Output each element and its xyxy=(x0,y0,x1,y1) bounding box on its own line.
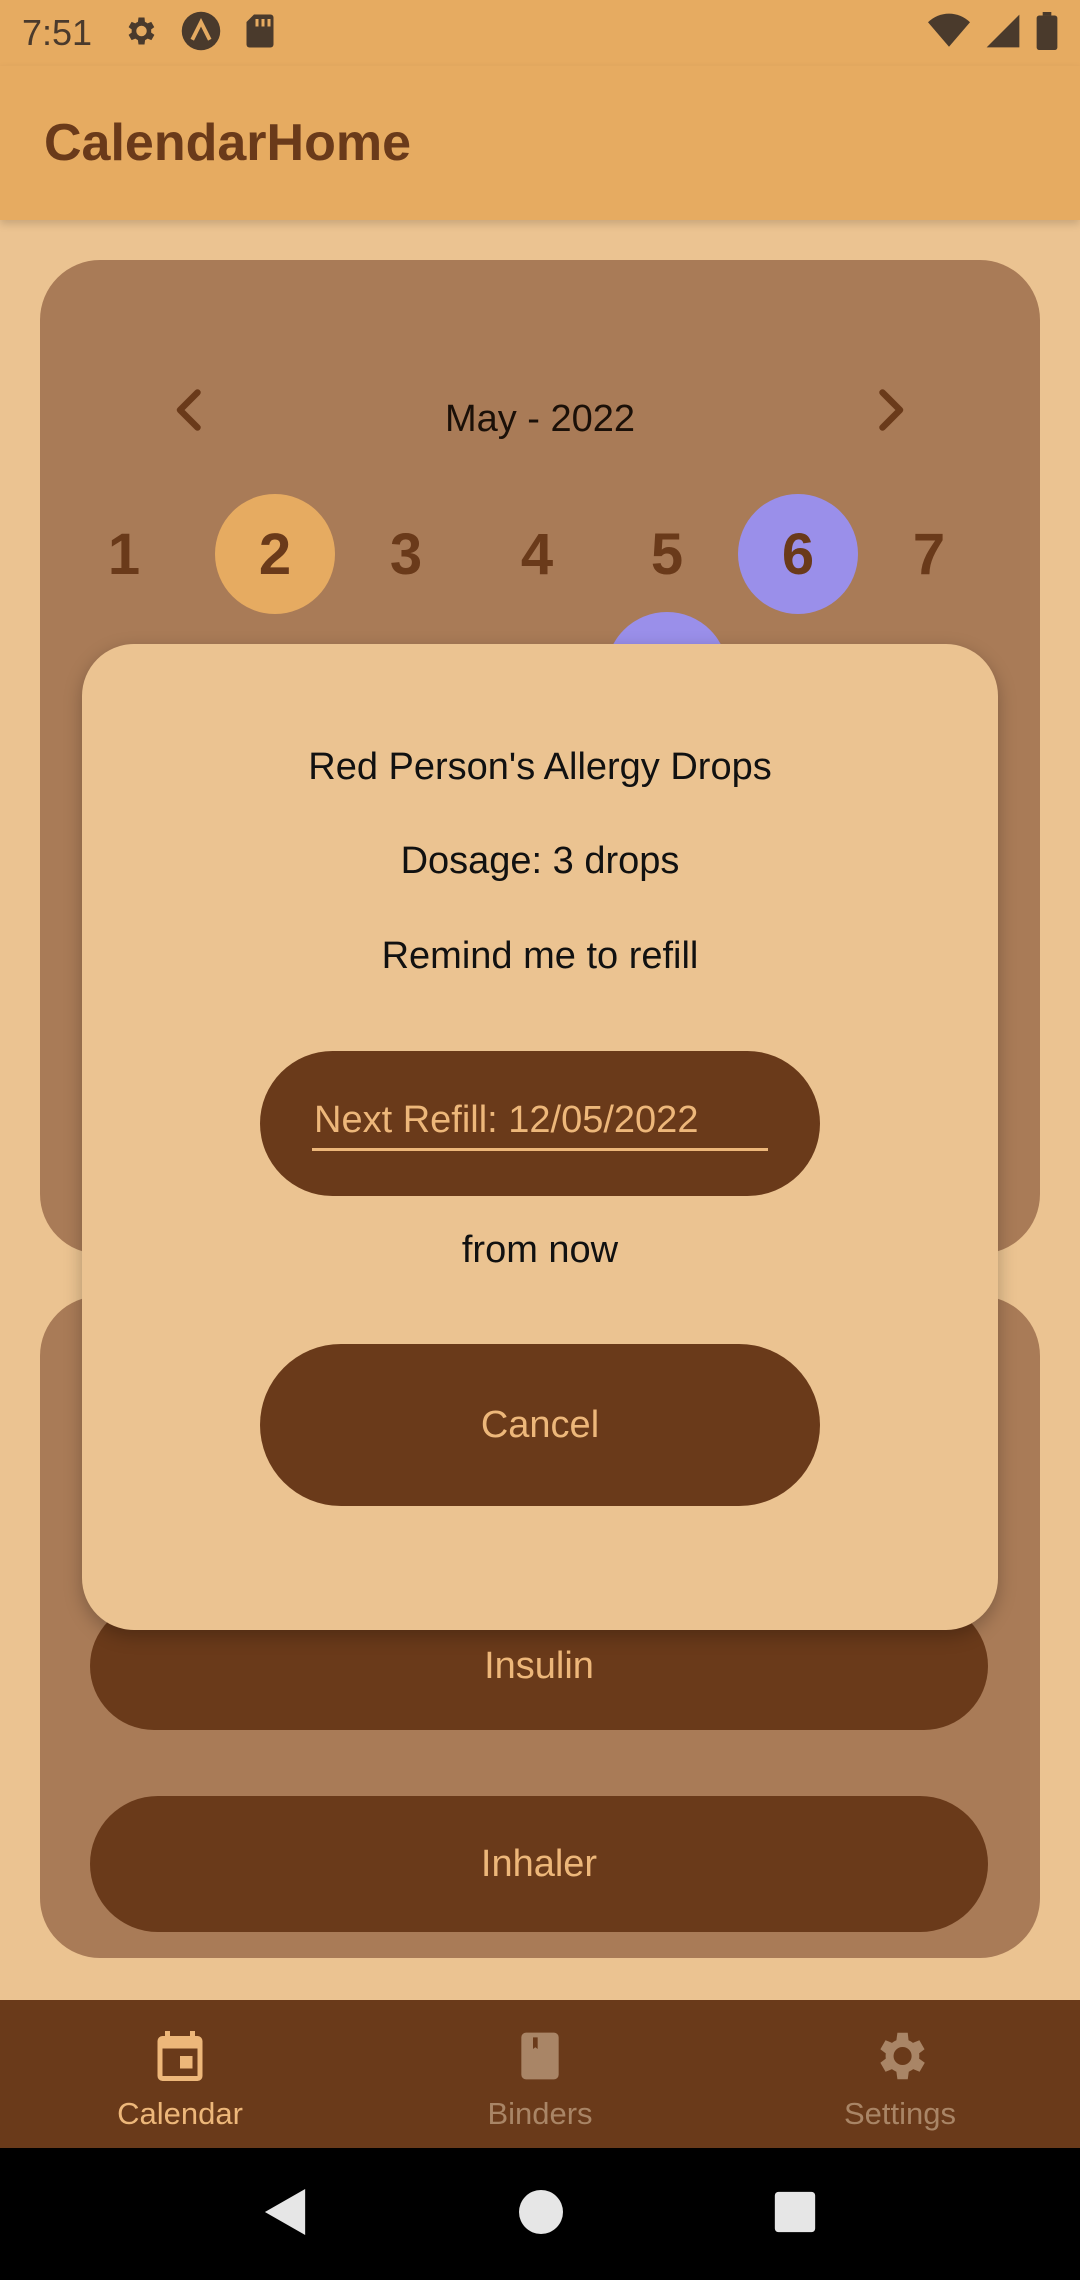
app-bar: CalendarHome xyxy=(0,66,1080,220)
day-5[interactable]: 5 xyxy=(607,494,727,614)
nav-item-settings[interactable]: Settings xyxy=(720,2000,1080,2148)
nav-item-binders[interactable]: Binders xyxy=(360,2000,720,2148)
day-6-marked[interactable]: 6 xyxy=(738,494,858,614)
back-icon[interactable] xyxy=(263,2186,309,2243)
nav-label-calendar: Calendar xyxy=(117,2095,243,2131)
remind-text: Remind me to refill xyxy=(381,935,699,977)
cell-signal-icon xyxy=(984,13,1022,54)
week-days-row: 1 2 3 4 5 6 7 xyxy=(40,494,1040,614)
day-1[interactable]: 1 xyxy=(64,494,184,614)
day-3[interactable]: 3 xyxy=(346,494,466,614)
next-refill-input[interactable] xyxy=(312,1093,768,1151)
home-icon[interactable] xyxy=(519,2189,563,2239)
sd-card-icon xyxy=(244,13,276,54)
dosage-text: Dosage: 3 drops xyxy=(400,840,680,882)
month-navigation: May - 2022 xyxy=(40,360,1040,460)
status-bar: 7:51 xyxy=(0,0,1080,66)
system-navigation-bar xyxy=(0,2148,1080,2280)
dialog-title: Red Person's Allergy Drops xyxy=(308,746,772,788)
nav-label-binders: Binders xyxy=(487,2095,593,2131)
binder-icon xyxy=(512,2025,568,2092)
day-4[interactable]: 4 xyxy=(477,494,597,614)
gear-icon xyxy=(122,13,158,54)
refill-dialog: Red Person's Allergy Drops Dosage: 3 dro… xyxy=(82,644,998,1630)
app-title: CalendarHome xyxy=(44,114,411,172)
battery-icon xyxy=(1036,11,1058,55)
app-launcher-icon xyxy=(180,10,222,57)
recents-icon[interactable] xyxy=(773,2190,817,2239)
wifi-icon xyxy=(928,13,970,54)
cancel-button[interactable]: Cancel xyxy=(260,1344,820,1506)
from-now-text: from now xyxy=(461,1229,619,1271)
nav-label-settings: Settings xyxy=(843,2095,956,2131)
bottom-navigation: Calendar Binders Settings xyxy=(0,2000,1080,2148)
chevron-right-icon[interactable] xyxy=(860,380,920,440)
settings-icon xyxy=(869,2025,931,2092)
nav-item-calendar[interactable]: Calendar xyxy=(0,2000,360,2148)
day-7[interactable]: 7 xyxy=(869,494,989,614)
refill-field-container xyxy=(260,1051,820,1196)
day-2-selected[interactable]: 2 xyxy=(215,494,335,614)
calendar-icon xyxy=(150,2025,210,2092)
inhaler-button[interactable]: Inhaler xyxy=(90,1796,988,1932)
status-time: 7:51 xyxy=(22,12,93,53)
